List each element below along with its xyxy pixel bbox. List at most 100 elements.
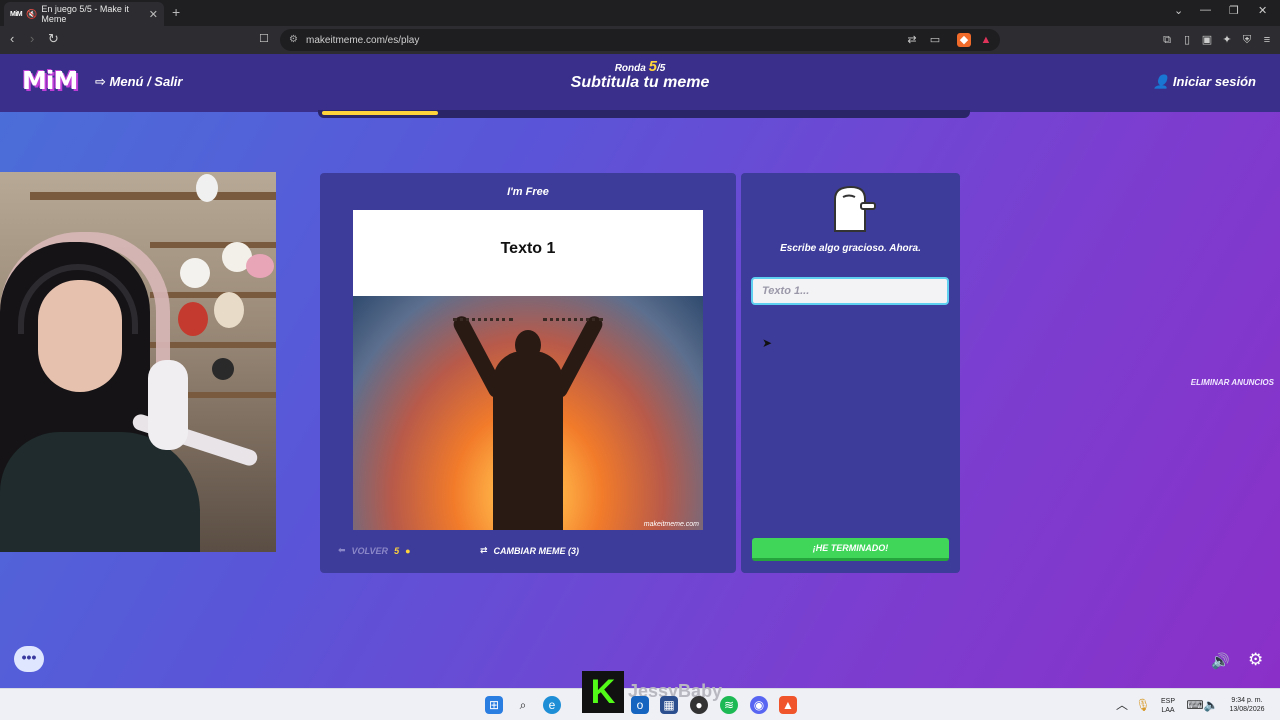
- shelf: [150, 292, 276, 298]
- start-icon[interactable]: ⊞: [485, 696, 503, 714]
- plush-toy: [180, 258, 210, 288]
- search-icon[interactable]: ⌕: [514, 696, 532, 714]
- plush-toy: [246, 254, 274, 278]
- extensions-icon[interactable]: ⧉: [1160, 33, 1174, 47]
- caption-prompt: Escribe algo gracioso. Ahora.: [780, 243, 921, 254]
- caption-panel: Escribe algo gracioso. Ahora. ¡HE TERMIN…: [741, 173, 960, 573]
- spotify-icon[interactable]: ≋: [720, 696, 738, 714]
- brave-icon[interactable]: ▲: [779, 696, 797, 714]
- coin-count: 5: [394, 545, 400, 556]
- clock[interactable]: 9:34 p. m. 13/08/2026: [1222, 696, 1272, 714]
- tab-favicon: MiM: [10, 10, 23, 18]
- plush-toy: [196, 174, 218, 202]
- chat-icon[interactable]: •••: [14, 646, 44, 672]
- clock-date: 13/08/2026: [1229, 706, 1265, 713]
- broken-chain: [453, 318, 513, 324]
- rewards-icon[interactable]: ▲: [979, 33, 993, 47]
- obs-icon[interactable]: ●: [690, 696, 708, 714]
- change-meme-label: CAMBIAR MEME (3): [493, 545, 580, 556]
- back-label: VOLVER: [351, 545, 389, 556]
- round-timer-fill: [322, 111, 438, 115]
- menu-exit-icon: ⇨: [95, 74, 110, 89]
- sidebar-icon[interactable]: ▯: [1180, 33, 1194, 47]
- reload-icon[interactable]: ↻: [48, 32, 59, 46]
- sound-icon[interactable]: 🔊: [1211, 652, 1230, 670]
- plush-toy: [214, 292, 244, 328]
- speaker-muted-icon[interactable]: 🔇: [26, 9, 37, 20]
- tab-title: En juego 5/5 - Make it Meme: [41, 4, 129, 24]
- brave-shield-icon[interactable]: ◆: [957, 33, 971, 47]
- round-total: /5: [656, 63, 666, 74]
- tab-search-icon[interactable]: ⌄: [1174, 4, 1183, 17]
- cast-icon[interactable]: ▭: [928, 33, 942, 47]
- address-bar[interactable]: ⚙ makeitmeme.com/es/play: [280, 29, 1000, 51]
- windows-taskbar: ⊞ ⌕ e K JessyBaby o ▦ ● ≋ ◉ ▲ ︿ 🎙 ESP LA…: [0, 671, 1280, 720]
- login-button[interactable]: 👤 Iniciar sesión: [1153, 74, 1256, 90]
- microphone: [148, 360, 188, 450]
- caption-input[interactable]: [751, 277, 949, 305]
- round-timer-bar: [318, 110, 970, 118]
- plush-toy: [212, 358, 234, 380]
- site-logo[interactable]: MiM: [22, 66, 78, 95]
- menu-icon[interactable]: ≡: [1260, 33, 1274, 47]
- remove-ads-link[interactable]: ELIMINAR ANUNCIOS: [1191, 378, 1274, 387]
- clock-time: 9:34 p. m.: [1231, 697, 1263, 704]
- mouse-cursor-icon: ➤: [762, 336, 773, 350]
- new-tab-button[interactable]: +: [172, 4, 180, 20]
- back-icon[interactable]: ‹: [10, 32, 14, 46]
- game-page: MiM ⇨ Menú / Salir Ronda 5/5 Subtitula t…: [0, 54, 1280, 688]
- silhouette-body: [493, 351, 563, 530]
- tray-chevron-icon[interactable]: ︿: [1113, 696, 1131, 714]
- page-title: Subtitula tu meme: [570, 74, 710, 91]
- coin-icon: ●: [405, 545, 411, 556]
- minimize-icon[interactable]: —: [1200, 4, 1211, 16]
- meme-preview: Texto 1 makeitmeme.com: [353, 210, 703, 530]
- round-indicator: Ronda 5/5: [540, 58, 740, 75]
- plush-toy: [178, 302, 208, 336]
- meme-caption-1: Texto 1: [500, 240, 556, 257]
- translate-icon[interactable]: ⇄: [905, 33, 919, 47]
- browser-tab[interactable]: MiM 🔇 En juego 5/5 - Make it Meme ✕: [4, 2, 164, 26]
- url-text: makeitmeme.com/es/play: [306, 34, 420, 46]
- back-arrow-icon: ⬅: [338, 545, 346, 555]
- gear-icon[interactable]: ⚙: [1248, 650, 1263, 670]
- edge-icon[interactable]: e: [543, 696, 561, 714]
- vpn-icon[interactable]: ⛨: [1240, 33, 1254, 47]
- wallet-icon[interactable]: ▣: [1200, 33, 1214, 47]
- change-meme-button[interactable]: ⇄ CAMBIAR MEME (3): [480, 545, 579, 556]
- meme-image: makeitmeme.com: [353, 296, 703, 530]
- meme-panel: I'm Free Texto 1 makeitmeme.com ⬅ VOLVER…: [320, 173, 736, 573]
- leo-ai-icon[interactable]: ✦: [1220, 33, 1234, 47]
- user-icon: 👤: [1153, 74, 1173, 89]
- volume-icon[interactable]: 🔈: [1202, 696, 1220, 714]
- game-header: MiM ⇨ Menú / Salir Ronda 5/5 Subtitula t…: [0, 54, 1280, 118]
- shelf: [30, 192, 276, 200]
- tab-close-icon[interactable]: ✕: [149, 8, 158, 21]
- microphone-icon[interactable]: 🎙: [1134, 696, 1152, 714]
- language-indicator[interactable]: ESP LAA: [1156, 697, 1180, 715]
- discord-icon[interactable]: ◉: [750, 696, 768, 714]
- bookmark-icon[interactable]: ☐: [259, 32, 269, 46]
- shelf: [150, 242, 276, 248]
- round-current: 5: [648, 58, 657, 75]
- browser-tab-bar: MiM 🔇 En juego 5/5 - Make it Meme ✕ + ⌄ …: [0, 0, 1280, 26]
- meme-name: I'm Free: [507, 186, 549, 198]
- menu-exit-label: Menú / Salir: [109, 74, 183, 89]
- language-code: ESP: [1160, 698, 1175, 705]
- broken-chain: [543, 318, 603, 324]
- maximize-icon[interactable]: ❐: [1229, 4, 1239, 17]
- window-close-icon[interactable]: ✕: [1258, 4, 1267, 17]
- keyboard-layout: LAA: [1161, 707, 1175, 714]
- streamer-body: [0, 432, 200, 552]
- done-button[interactable]: ¡HE TERMINADO!: [752, 538, 949, 561]
- site-info-icon[interactable]: ⚙: [289, 34, 298, 45]
- meme-watermark: makeitmeme.com: [643, 521, 699, 528]
- outlook-icon[interactable]: o: [631, 696, 649, 714]
- app-icon[interactable]: ▦: [660, 696, 678, 714]
- mascot-icon: [834, 185, 876, 232]
- kick-logo-icon: K: [582, 671, 624, 713]
- swap-icon: ⇄: [480, 545, 488, 555]
- forward-icon[interactable]: ›: [30, 32, 34, 46]
- menu-exit-button[interactable]: ⇨ Menú / Salir: [95, 74, 182, 90]
- back-button[interactable]: ⬅ VOLVER 5 ●: [338, 545, 411, 556]
